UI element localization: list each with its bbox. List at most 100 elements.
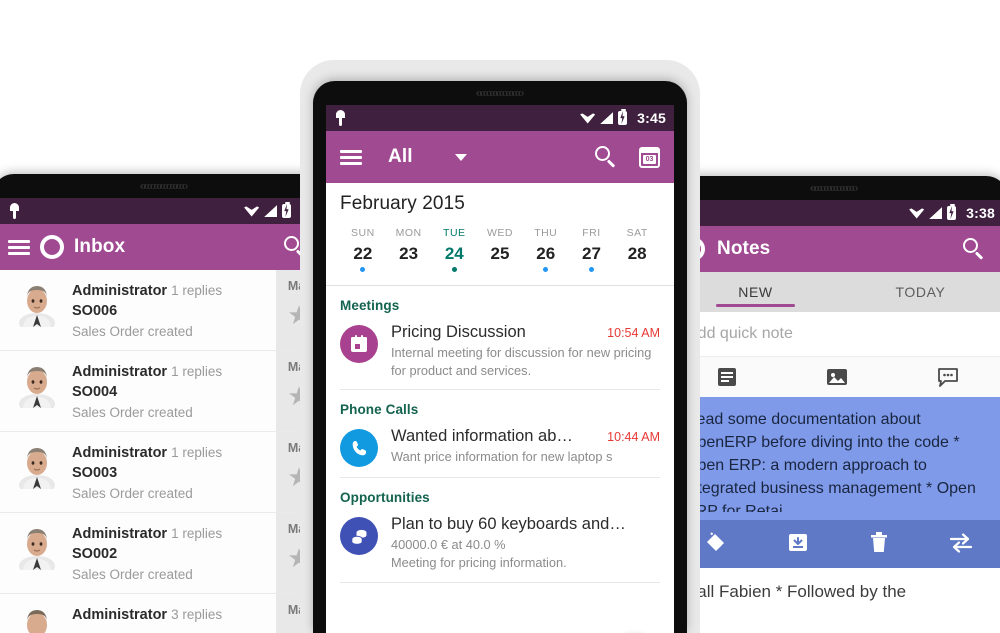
note-card-text: Read some documentation about OpenERP be… (685, 411, 976, 512)
avatar (14, 524, 60, 570)
left-appbar: Inbox (0, 224, 322, 270)
agenda-item-body: Pricing Discussion 10:54 AM Internal mee… (391, 323, 660, 379)
agenda-item-subtitle: 40000.0 € at 40.0 % Meeting for pricing … (391, 537, 567, 570)
reply-count: 3 replies (171, 607, 223, 622)
agenda-item-opportunity[interactable]: Plan to buy 60 keyboards and… 40000.0 € … (326, 511, 674, 581)
right-phone-earpiece-speaker (810, 186, 858, 191)
agenda-item-time: 10:44 AM (607, 430, 660, 445)
reply-count: 1 replies (171, 283, 223, 298)
text-note-icon[interactable] (716, 366, 738, 388)
center-appbar: All 03 (326, 131, 674, 183)
avatar (14, 443, 60, 489)
phone-icon (340, 429, 378, 468)
left-phone-earpiece-speaker (140, 184, 188, 189)
battery-charging-icon (618, 108, 628, 125)
agenda-item-title: Pricing Discussion (391, 323, 526, 341)
hamburger-icon[interactable] (340, 149, 362, 165)
calendar-day-25[interactable]: WED 25 (477, 223, 523, 272)
calendar-day-28[interactable]: SAT 28 (614, 223, 660, 272)
calendar-event-icon (340, 325, 378, 363)
note-next-text: Call Fabien * Followed by the (685, 582, 907, 601)
trash-icon[interactable] (868, 530, 890, 559)
signal-icon (600, 112, 614, 124)
paint-bucket-icon[interactable] (702, 529, 728, 560)
agenda-item-body: Wanted information ab… 10:44 AM Want pri… (391, 427, 660, 466)
center-status-time: 3:45 (637, 110, 666, 126)
calendar-day-23[interactable]: MON 23 (386, 223, 432, 272)
event-dot (498, 267, 503, 272)
wifi-icon (580, 113, 596, 124)
inbox-list: Administrator 1 replies SO006 Sales Orde… (0, 270, 322, 633)
agenda-item-body: Plan to buy 60 keyboards and… 40000.0 € … (391, 515, 660, 571)
hamburger-icon[interactable] (8, 239, 30, 255)
quick-note-actions (673, 356, 1000, 397)
reply-count: 1 replies (171, 445, 223, 460)
search-icon[interactable] (963, 238, 985, 260)
avatar (14, 605, 60, 633)
image-icon[interactable] (825, 366, 849, 388)
list-item[interactable]: Administrator 1 replies SO004 Sales Orde… (0, 351, 322, 431)
calendar-day-22[interactable]: SUN 22 (340, 223, 386, 272)
agenda-item-subtitle: Internal meeting for discussion for new … (391, 345, 652, 378)
calendar-day-27[interactable]: FRI 27 (569, 223, 615, 272)
calendar-day-26[interactable]: THU 26 (523, 223, 569, 272)
list-item[interactable]: Administrator 1 replies SO003 Sales Orde… (0, 432, 322, 512)
event-dot (543, 267, 549, 272)
event-dot (360, 267, 366, 272)
battery-charging-icon (282, 201, 292, 218)
list-item[interactable]: Administrator 1 replies SO006 Sales Orde… (0, 270, 322, 350)
avatar (14, 362, 60, 408)
calendar-day-24[interactable]: TUE 24 (431, 223, 477, 272)
event-dot (451, 267, 457, 272)
avatar (14, 281, 60, 327)
chevron-down-icon[interactable] (454, 153, 467, 161)
right-page-title: Notes (717, 238, 771, 259)
section-header-meetings: Meetings (340, 298, 400, 313)
right-phone-screen: 3:38 Notes NEW TODAY Add quick note Read… (673, 200, 1000, 633)
center-statusbar: 3:45 (326, 105, 674, 131)
reply-count: 1 replies (171, 364, 223, 379)
agenda-item-time: 10:54 AM (607, 326, 660, 340)
center-phone-screen: 3:45 All 03 February 2015 SUN 22 MON 23 … (326, 105, 674, 633)
archive-download-icon[interactable] (786, 530, 810, 559)
left-phone-screen: 2: Inbox Administrator 1 replies SO00 (0, 198, 322, 633)
right-appbar: Notes (673, 226, 1000, 272)
comment-icon[interactable] (936, 366, 960, 388)
android-icon (334, 110, 347, 126)
wifi-icon (909, 208, 925, 219)
note-card-actions (673, 520, 1000, 568)
quick-note-placeholder: Add quick note (687, 325, 793, 342)
agenda-item-title: Plan to buy 60 keyboards and… (391, 515, 626, 534)
event-dot (406, 267, 411, 272)
agenda-item-meeting[interactable]: Pricing Discussion 10:54 AM Internal mee… (326, 319, 674, 389)
left-statusbar: 2: (0, 198, 322, 224)
coins-icon (340, 517, 378, 556)
screenshot-stage: 2: Inbox Administrator 1 replies SO00 (0, 0, 1000, 633)
wifi-icon (244, 206, 260, 217)
list-item[interactable]: Administrator 1 replies SO002 Sales Orde… (0, 513, 322, 593)
tab-today[interactable]: TODAY (838, 272, 1000, 312)
odoo-logo-icon (40, 235, 64, 259)
event-dot (588, 267, 594, 272)
signal-icon (264, 205, 278, 217)
calendar-icon[interactable]: 03 (639, 146, 660, 168)
event-dot (635, 267, 640, 272)
filter-label[interactable]: All (388, 146, 413, 168)
battery-charging-icon (947, 203, 957, 220)
reply-count: 1 replies (171, 526, 223, 541)
agenda-item-title: Wanted information ab… (391, 427, 573, 446)
signal-icon (929, 207, 943, 219)
agenda-item-phone-call[interactable]: Wanted information ab… 10:44 AM Want pri… (326, 423, 674, 477)
right-status-time: 3:38 (966, 205, 995, 221)
transfer-arrows-icon[interactable] (948, 530, 974, 559)
notes-tabbar: NEW TODAY (673, 272, 1000, 312)
search-icon[interactable] (595, 146, 617, 168)
note-card[interactable]: Read some documentation about OpenERP be… (673, 397, 1000, 520)
note-card-next[interactable]: Call Fabien * Followed by the (673, 568, 1000, 612)
calendar-header: February 2015 SUN 22 MON 23 TUE 24 WED 2… (326, 183, 674, 276)
left-page-title: Inbox (74, 236, 126, 257)
quick-note-input[interactable]: Add quick note (673, 312, 1000, 356)
calendar-month-label: February 2015 (340, 193, 465, 214)
divider (340, 581, 660, 583)
list-item[interactable]: Administrator 3 replies Mar (0, 594, 322, 633)
